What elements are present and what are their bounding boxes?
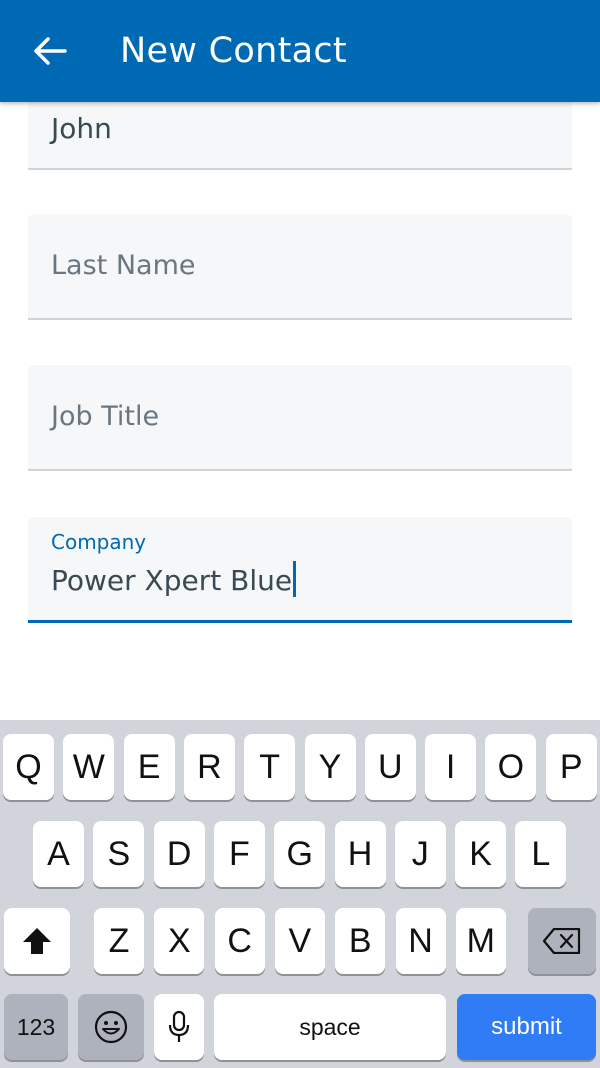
arrow-left-icon (34, 37, 67, 65)
key-z[interactable]: Z (94, 908, 144, 974)
last-name-placeholder: Last Name (51, 250, 196, 281)
key-i[interactable]: I (425, 734, 477, 800)
key-m[interactable]: M (455, 908, 506, 974)
key-n[interactable]: N (395, 908, 446, 974)
submit-key[interactable]: submit (457, 994, 596, 1060)
last-name-field[interactable]: Last Name (28, 214, 572, 320)
app-bar: New Contact (0, 0, 600, 102)
key-l[interactable]: L (515, 821, 567, 887)
on-screen-keyboard: QWERTYUIOP ASDFGHJKL ZXCVBNM 123 space s… (0, 720, 600, 1068)
company-label: Company (51, 530, 147, 554)
text-cursor (293, 561, 297, 597)
back-button[interactable] (22, 26, 78, 76)
shift-key[interactable] (4, 908, 70, 974)
key-b[interactable]: B (335, 908, 386, 974)
key-k[interactable]: K (455, 821, 507, 887)
backspace-key[interactable] (528, 908, 596, 974)
job-title-field[interactable]: Job Title (28, 365, 572, 471)
key-j[interactable]: J (394, 821, 446, 887)
key-e[interactable]: E (123, 734, 175, 800)
microphone-icon (168, 1010, 190, 1042)
key-r[interactable]: R (183, 734, 235, 800)
shift-arrow-icon (23, 928, 51, 954)
job-title-placeholder: Job Title (51, 401, 160, 432)
emoji-icon (94, 1010, 128, 1044)
key-u[interactable]: U (364, 734, 416, 800)
page-title: New Contact (120, 31, 347, 71)
key-q[interactable]: Q (3, 734, 54, 800)
key-o[interactable]: O (485, 734, 537, 800)
key-d[interactable]: D (153, 821, 205, 887)
first-name-value: John (51, 112, 112, 145)
backspace-icon (543, 928, 581, 954)
company-field[interactable]: Company Power Xpert Blue (28, 517, 572, 623)
key-g[interactable]: G (274, 821, 326, 887)
company-value: Power Xpert Blue (51, 564, 293, 597)
key-y[interactable]: Y (304, 734, 356, 800)
key-c[interactable]: C (214, 908, 265, 974)
key-p[interactable]: P (545, 734, 597, 800)
first-name-field[interactable]: John (28, 96, 572, 170)
emoji-key[interactable] (78, 994, 144, 1060)
numbers-key[interactable]: 123 (4, 994, 68, 1060)
microphone-key[interactable] (154, 994, 204, 1060)
key-w[interactable]: W (63, 734, 115, 800)
key-t[interactable]: T (244, 734, 296, 800)
space-key[interactable]: space (214, 994, 446, 1060)
key-h[interactable]: H (334, 821, 386, 887)
key-x[interactable]: X (154, 908, 205, 974)
key-f[interactable]: F (213, 821, 265, 887)
company-input[interactable]: Power Xpert Blue (51, 561, 297, 597)
key-s[interactable]: S (93, 821, 145, 887)
key-v[interactable]: V (274, 908, 325, 974)
key-a[interactable]: A (33, 821, 84, 887)
